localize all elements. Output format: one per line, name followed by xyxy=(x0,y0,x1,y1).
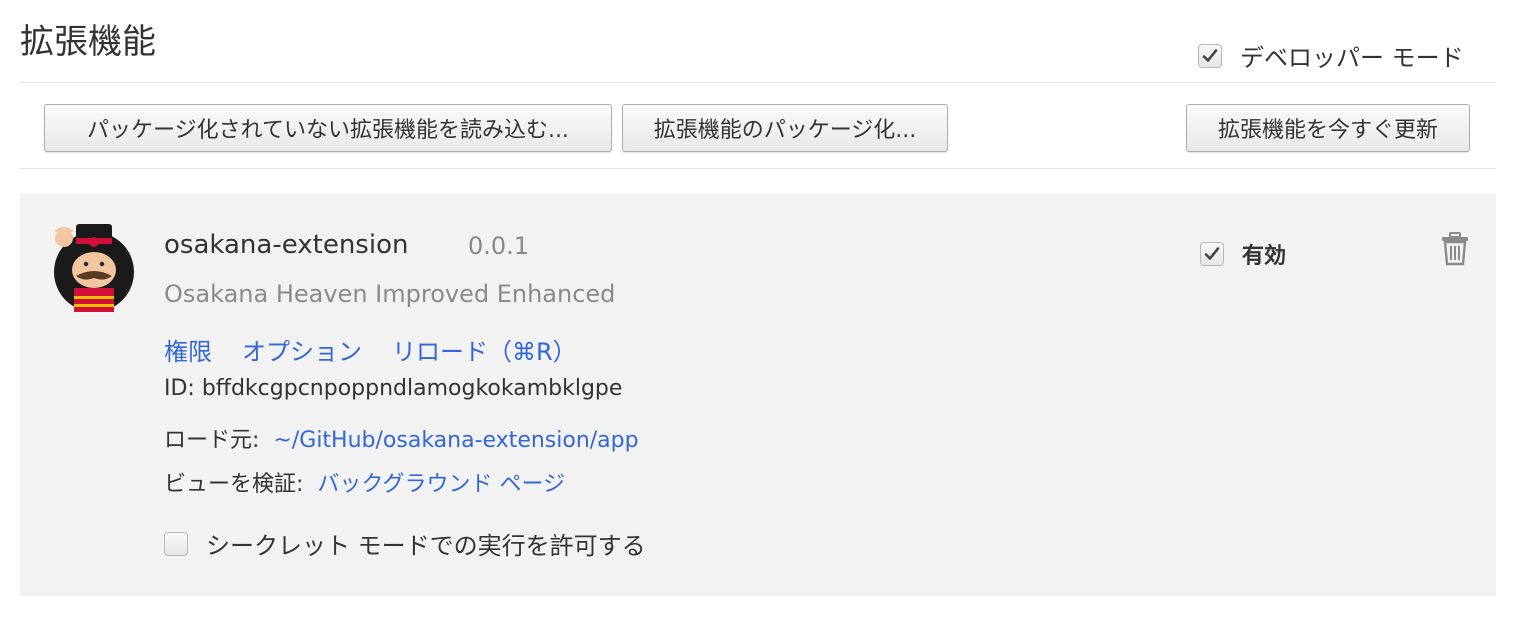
permissions-link[interactable]: 権限 xyxy=(164,332,212,367)
toolbar-divider xyxy=(20,168,1496,169)
developer-mode-checkbox[interactable] xyxy=(1198,43,1222,68)
background-page-link[interactable]: バックグラウンド ページ xyxy=(317,472,565,497)
enabled-checkbox[interactable] xyxy=(1200,242,1224,266)
trash-icon[interactable] xyxy=(1440,232,1470,266)
inspect-views: ビューを検証: バックグラウンド ページ xyxy=(164,466,565,498)
checkmark-icon xyxy=(1202,48,1218,62)
load-from-path-link[interactable]: ~/GitHub/osakana-extension/app xyxy=(273,428,638,453)
enabled-toggle[interactable]: 有効 xyxy=(1200,238,1286,270)
extension-links: 権限 オプション リロード（⌘R） xyxy=(164,332,577,367)
extension-name: osakana-extension xyxy=(164,230,409,260)
load-from: ロード元: ~/GitHub/osakana-extension/app xyxy=(164,422,639,454)
developer-mode-toggle[interactable]: デベロッパー モード xyxy=(1198,38,1464,73)
incognito-toggle[interactable]: シークレット モードでの実行を許可する xyxy=(164,526,646,561)
enabled-label: 有効 xyxy=(1242,244,1287,269)
extension-id-label: ID: xyxy=(164,376,195,401)
incognito-label: シークレット モードでの実行を許可する xyxy=(206,532,646,560)
reload-link[interactable]: リロード（⌘R） xyxy=(392,332,577,367)
checkmark-icon xyxy=(1204,247,1220,260)
update-extensions-button[interactable]: 拡張機能を今すぐ更新 xyxy=(1186,104,1470,152)
incognito-checkbox[interactable] xyxy=(164,531,188,556)
extension-card: osakana-extension 0.0.1 Osakana Heaven I… xyxy=(20,194,1496,596)
beefeater-mascot-icon xyxy=(54,224,134,312)
load-unpacked-button[interactable]: パッケージ化されていない拡張機能を読み込む... xyxy=(44,104,612,152)
extension-description: Osakana Heaven Improved Enhanced xyxy=(164,280,616,308)
options-link[interactable]: オプション xyxy=(242,332,362,367)
pack-extension-button[interactable]: 拡張機能のパッケージ化... xyxy=(622,104,948,152)
extension-id: ID: bffdkcgpcnpoppndlamogkokambklgpe xyxy=(164,376,622,401)
inspect-views-label: ビューを検証: xyxy=(164,472,304,497)
page-title: 拡張機能 xyxy=(20,22,156,62)
developer-mode-label: デベロッパー モード xyxy=(1240,44,1464,72)
extension-id-value: bffdkcgpcnpoppndlamogkokambklgpe xyxy=(201,376,623,401)
extension-version: 0.0.1 xyxy=(468,232,530,260)
header-divider xyxy=(20,82,1496,83)
load-from-label: ロード元: xyxy=(164,428,260,453)
